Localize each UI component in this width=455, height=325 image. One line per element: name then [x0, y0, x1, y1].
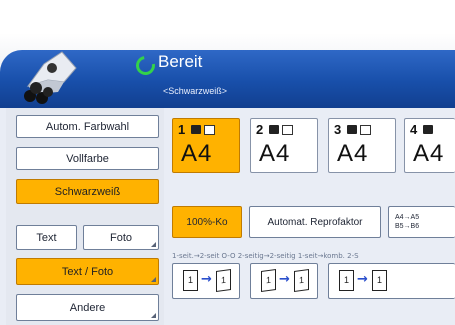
tray-paper-size: A4 [413, 140, 445, 167]
left-column: Autom. Farbwahl Vollfarbe Schwarzweiß Te… [6, 108, 164, 325]
copier-screen: Bereit <Schwarzweiß> Autom. Farbwahl Vol… [0, 0, 455, 325]
text-mode-button[interactable]: Text [16, 225, 77, 250]
arrow-right-icon: → [279, 272, 290, 287]
black-white-button[interactable]: Schwarzweiß [16, 179, 159, 204]
full-color-button[interactable]: Vollfarbe [16, 147, 159, 170]
tray-number: 3 [334, 122, 342, 137]
paper-orientation-icon [360, 125, 371, 135]
paper-tray-2[interactable]: 2 A4 [250, 118, 318, 173]
tray-paper-size: A4 [181, 140, 213, 167]
text-photo-label: Text / Foto [61, 265, 114, 278]
target-page-icon: 1 [294, 268, 309, 293]
duplex-labels: 1-seit.→2-seit O-O 2-seitig→2-seitig 1-s… [172, 252, 359, 260]
submenu-corner-icon [151, 242, 156, 247]
text-photo-button[interactable]: Text / Foto [16, 258, 159, 285]
arrow-right-icon: → [201, 272, 212, 287]
other-mode-button[interactable]: Andere [16, 294, 159, 321]
paper-tray-1[interactable]: 1 A4 [172, 118, 240, 173]
full-size-button[interactable]: 100%-Ko [172, 206, 242, 238]
copier-logo-icon [24, 51, 77, 104]
duplex-2to2-button[interactable]: 1 → 1 [250, 263, 318, 299]
text-mode-label: Text [36, 231, 57, 244]
preset-ratio-line2: B5→B6 [395, 223, 420, 230]
tray-paper-size: A4 [337, 140, 369, 167]
status-text: Bereit [158, 52, 203, 71]
settings-panel: Autom. Farbwahl Vollfarbe Schwarzweiß Te… [0, 108, 455, 325]
paper-orientation-icon [282, 125, 293, 135]
paper-orientation-icon [204, 125, 215, 135]
photo-mode-label: Foto [109, 231, 132, 244]
paper-tray-3[interactable]: 3 A4 [328, 118, 396, 173]
arrow-right-icon: → [357, 272, 368, 287]
source-page-icon: 1 [183, 270, 198, 291]
paper-stack-icon [423, 125, 433, 134]
duplex-1to2-button[interactable]: 1 → 1 [172, 263, 240, 299]
target-page-icon: 1 [216, 268, 231, 293]
color-mode-status: <Schwarzweiß> [163, 86, 228, 96]
source-page-icon: 1 [339, 270, 354, 291]
tray-number: 2 [256, 122, 264, 137]
submenu-corner-icon [151, 313, 156, 318]
duplex-combine-button[interactable]: 1 → 1 [328, 263, 455, 299]
header: Bereit <Schwarzweiß> [0, 0, 455, 110]
tray-number: 1 [178, 122, 186, 137]
paper-stack-icon [269, 125, 279, 134]
paper-stack-icon [191, 125, 201, 134]
auto-color-button[interactable]: Autom. Farbwahl [16, 115, 159, 138]
other-mode-label: Andere [69, 301, 106, 314]
tray-paper-size: A4 [259, 140, 291, 167]
source-page-icon: 1 [261, 268, 276, 293]
auto-reduce-enlarge-button[interactable]: Automat. Reprofaktor [249, 206, 381, 238]
tray-number: 4 [410, 122, 418, 137]
paper-tray-4[interactable]: 4 A4 [404, 118, 455, 173]
preset-ratio-button[interactable]: A4→A5 B5→B6 [388, 206, 455, 238]
submenu-corner-icon [151, 277, 156, 282]
target-page-icon: 1 [372, 270, 387, 291]
photo-mode-button[interactable]: Foto [83, 225, 159, 250]
paper-stack-icon [347, 125, 357, 134]
preset-ratio-line1: A4→A5 [395, 214, 420, 221]
